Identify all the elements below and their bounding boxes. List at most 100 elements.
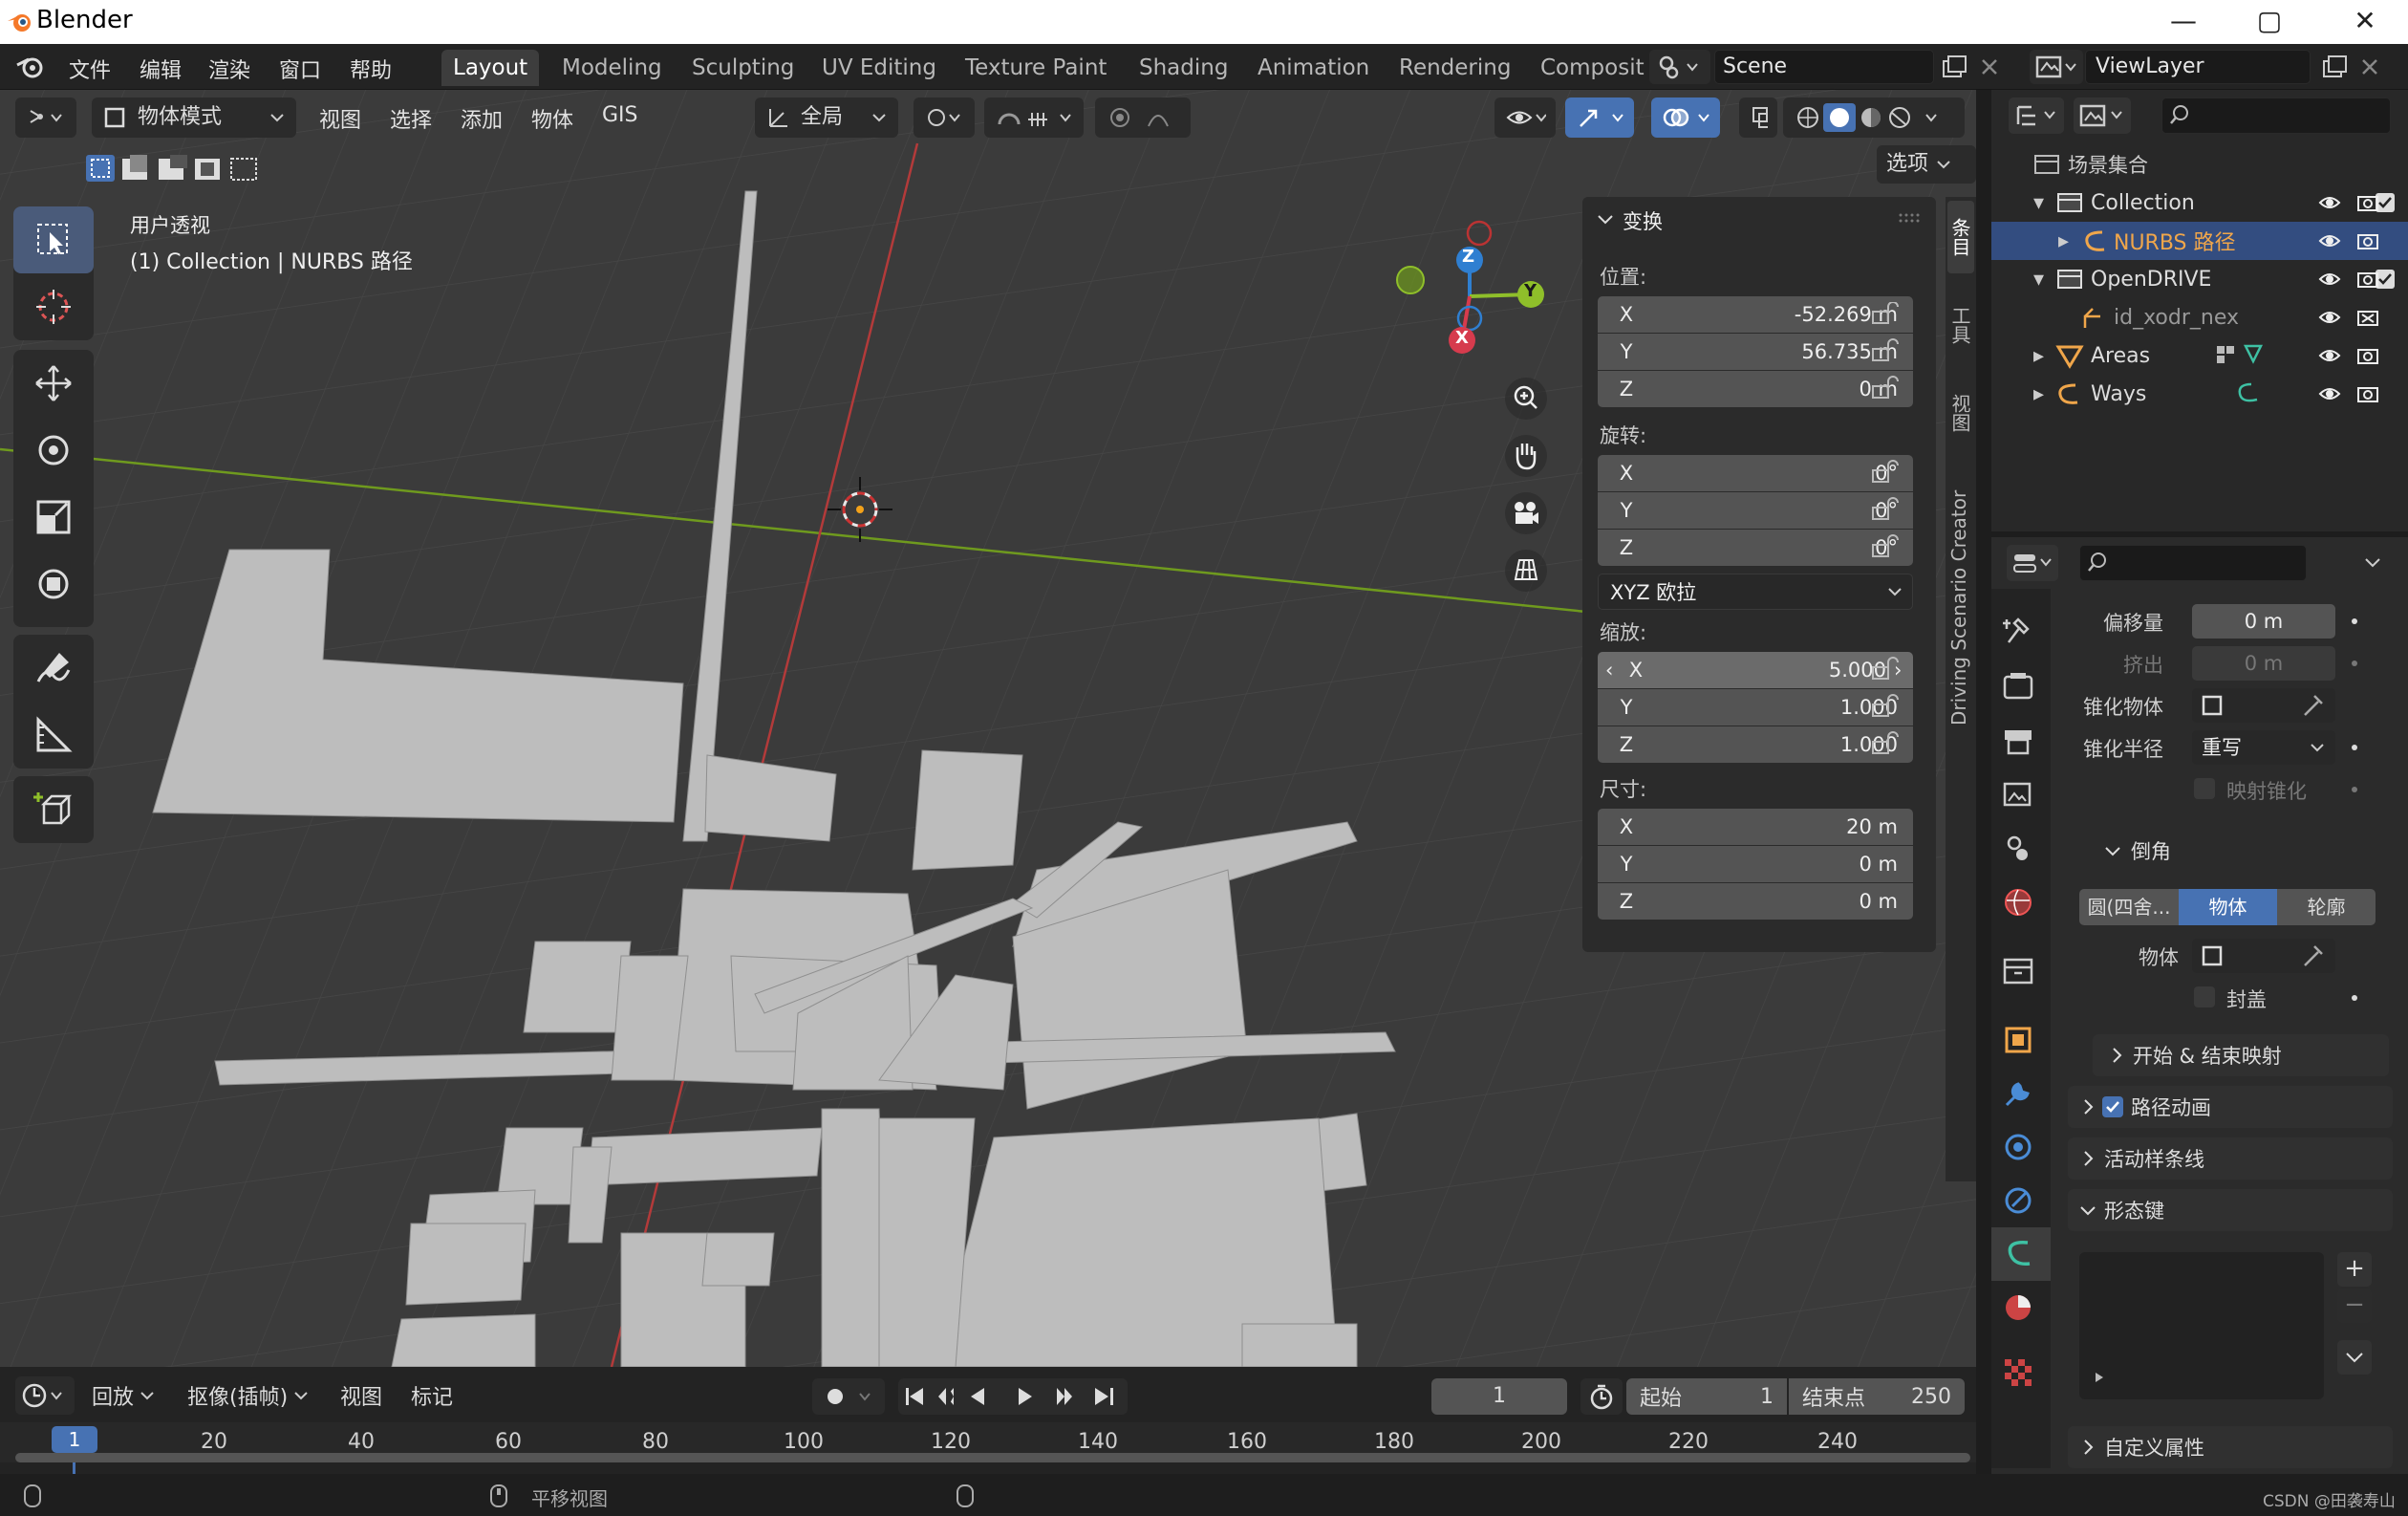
map-taper-checkbox[interactable] [2194,778,2215,799]
mode-dropdown[interactable]: 物体模式 [92,97,296,138]
blender-menu-icon[interactable] [15,54,46,80]
outliner-search-input[interactable] [2161,97,2391,134]
tab-view[interactable]: 视图 [1947,377,1974,449]
measure-tool[interactable] [13,702,94,769]
annotate-tool[interactable] [13,635,94,702]
current-frame-field[interactable]: 1 [1431,1378,1567,1415]
menu-file[interactable]: 文件 [69,54,111,84]
menu-window[interactable]: 窗口 [279,54,321,84]
scene-props-icon[interactable] [1999,830,2037,868]
bevel-subpanel-header[interactable]: 倒角 [2102,834,2171,868]
minimize-button[interactable]: — [2140,0,2226,44]
expand-arrow-icon[interactable]: ▸ [2033,382,2053,406]
vp-menu-gis[interactable]: GIS [602,103,638,127]
playback-menu[interactable]: 回放 [92,1380,157,1411]
scene-name-field[interactable]: Scene [1714,50,1934,84]
options-dropdown[interactable]: 选项 [1877,145,1976,184]
scale-tool[interactable] [13,484,94,551]
outliner-editor-type-button[interactable] [2009,97,2064,134]
world-icon[interactable] [1999,883,2037,921]
properties-editor-type-button[interactable] [2007,545,2058,581]
scene-selector-button[interactable] [1649,50,1710,84]
camera-view-icon[interactable] [1502,489,1550,537]
shape-keys-header[interactable]: 形态键 [2068,1189,2393,1231]
tab-tool[interactable]: 工具 [1947,289,1974,361]
tab-rendering[interactable]: Rendering [1387,50,1522,86]
move-tool[interactable] [13,350,94,417]
view-layer-icon[interactable] [1999,776,2037,814]
delete-viewlayer-icon[interactable] [2358,55,2381,78]
vp-menu-object[interactable]: 物体 [531,103,573,134]
keyframe-dot-icon[interactable] [2349,616,2360,627]
location-y-field[interactable]: Y 56.735 m [1598,334,1913,370]
curve-data-tab-active[interactable] [1991,1227,2051,1281]
render-icon[interactable] [1999,667,2037,705]
preview-range-toggle[interactable] [1580,1378,1623,1415]
cursor-tool[interactable] [13,273,94,340]
texture-icon[interactable] [1999,1354,2037,1392]
timeline-editor-type-button[interactable] [15,1376,75,1415]
playback-controls[interactable] [898,1378,1128,1415]
expand-arrow-icon[interactable]: ▸ [2033,344,2053,368]
collection-props-icon[interactable] [1999,952,2037,990]
rotation-z-field[interactable]: Z 0° [1598,530,1913,566]
scale-z-field[interactable]: Z 1.000 [1598,726,1913,763]
vp-menu-view[interactable]: 视图 [319,103,361,134]
object-props-icon[interactable] [1999,1021,2037,1059]
add-cube-tool[interactable] [13,776,94,843]
playhead-frame[interactable]: 1 [52,1426,97,1453]
tab-modeling[interactable]: Modeling [550,50,674,86]
cap-fill-checkbox[interactable] [2194,986,2215,1007]
tab-sculpting[interactable]: Sculpting [680,50,806,86]
scale-x-field[interactable]: ‹ X 5.000 › [1598,652,1913,688]
chevron-down-icon[interactable] [2358,549,2387,577]
bevel-object-field[interactable] [2192,939,2335,973]
close-button[interactable]: ✕ [2322,0,2408,44]
ortho-grid-icon[interactable] [1502,547,1550,595]
delete-scene-icon[interactable] [1978,55,2001,78]
dimension-y-field[interactable]: Y0 m [1598,846,1913,882]
tab-driving-scenario-creator[interactable]: Driving Scenario Creator [1947,465,1974,751]
rotation-x-field[interactable]: X 0° [1598,455,1913,491]
bevel-mode-profile[interactable]: 轮廓 [2277,889,2376,925]
keyframe-dot-icon[interactable] [2349,784,2360,795]
tab-item[interactable]: 条目 [1947,201,1974,273]
select-box-tool[interactable] [13,206,94,273]
active-spline-header[interactable]: 活动样条线 [2068,1137,2393,1180]
path-animation-header[interactable]: 路径动画 [2068,1086,2393,1128]
menu-edit[interactable]: 编辑 [140,54,182,84]
frame-start-field[interactable]: 起始 1 [1626,1378,1787,1415]
particles-icon[interactable] [1999,1128,2037,1166]
rotation-mode-dropdown[interactable]: XYZ 欧拉 [1598,574,1913,610]
selection-mode-icons[interactable] [84,151,266,185]
viewlayer-name-field[interactable]: ViewLayer [2085,50,2311,84]
menu-render[interactable]: 渲染 [208,54,250,84]
tab-animation[interactable]: Animation [1246,50,1381,86]
rotation-y-field[interactable]: Y 0° [1598,492,1913,529]
start-end-mapping-header[interactable]: 开始 & 结束映射 [2093,1034,2389,1076]
maximize-button[interactable]: ▢ [2226,0,2312,44]
bevel-mode-round[interactable]: 圆(四舍... [2079,889,2179,925]
xray-toggle[interactable] [1739,97,1777,138]
offset-field[interactable]: 0 m [2192,604,2335,639]
keying-menu[interactable]: 抠像(插帧) [187,1380,311,1411]
visibility-render-icons[interactable] [2307,184,2408,413]
gizmo-toggle[interactable] [1565,97,1634,138]
shape-keys-list[interactable] [2079,1252,2324,1399]
path-animation-checkbox[interactable] [2102,1096,2123,1117]
auto-keying-toggle[interactable] [812,1378,885,1415]
editor-type-button[interactable] [15,97,76,138]
properties-search-input[interactable] [2079,545,2307,581]
chevron-down-icon[interactable] [1596,210,1615,229]
bevel-mode-object[interactable]: 物体 [2179,889,2277,925]
snap-toggle[interactable] [984,97,1084,138]
keyframe-dot-icon[interactable] [2349,992,2360,1004]
vp-menu-add[interactable]: 添加 [461,103,503,134]
shading-buttons[interactable] [1783,97,1965,138]
expand-arrow-icon[interactable]: ▾ [2033,191,2053,215]
rotate-tool[interactable] [13,417,94,484]
vp-menu-select[interactable]: 选择 [390,103,432,134]
tab-uv-editing[interactable]: UV Editing [810,50,948,86]
remove-shape-key-button[interactable]: − [2337,1289,2372,1323]
taper-radius-dropdown[interactable]: 重写 [2192,730,2335,765]
